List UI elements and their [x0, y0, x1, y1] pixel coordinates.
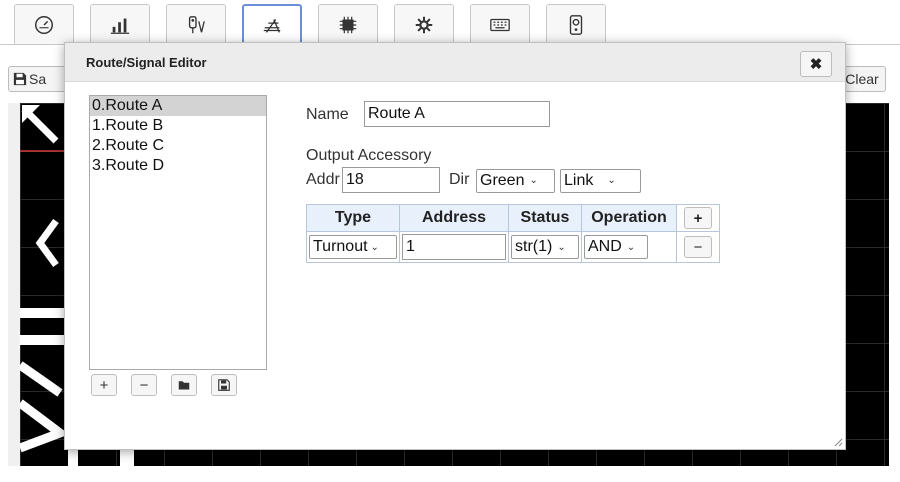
- name-label: Name: [306, 106, 349, 123]
- tab-settings[interactable]: [394, 4, 454, 44]
- tab-apps[interactable]: [318, 4, 378, 44]
- tab-gauge[interactable]: [14, 4, 74, 44]
- save-button-label: Sa: [29, 71, 47, 87]
- remove-icon: −: [693, 238, 703, 256]
- add-icon: +: [99, 376, 109, 394]
- link-select[interactable]: Link ⌄: [560, 169, 641, 193]
- folder-icon: [178, 381, 190, 390]
- remove-route-button[interactable]: −: [131, 374, 157, 396]
- tab-sound[interactable]: [546, 4, 606, 44]
- route-list[interactable]: 0.Route A 1.Route B 2.Route C 3.Route D: [89, 95, 267, 370]
- remove-row-cell: −: [676, 231, 720, 263]
- column-header-operation: Operation: [581, 204, 677, 232]
- gauge-icon: [35, 15, 53, 34]
- signal-icon: [188, 15, 205, 33]
- layout-margin: [8, 103, 20, 466]
- addr-input[interactable]: 18: [342, 167, 440, 193]
- tab-stats[interactable]: [90, 4, 150, 44]
- status-cell: str(1) ⌄: [508, 231, 582, 263]
- save-route-button[interactable]: [211, 374, 237, 396]
- status-select-value: str(1): [515, 238, 553, 255]
- output-accessory-label: Output Accessory: [306, 147, 432, 164]
- chevron-down-icon: ⌄: [529, 175, 538, 186]
- speaker-icon: [569, 14, 583, 35]
- status-select[interactable]: str(1) ⌄: [511, 235, 579, 259]
- track-icon: [263, 19, 281, 33]
- chevron-down-icon: ⌄: [626, 241, 636, 253]
- remove-icon: −: [139, 376, 149, 394]
- keyboard-icon: [490, 18, 510, 31]
- chevron-down-icon: ⌄: [607, 175, 616, 186]
- save-button[interactable]: Sa: [8, 66, 66, 92]
- app-chip-icon: [339, 16, 357, 33]
- table-row: Turnout ⌄ 1 str(1) ⌄ AND ⌄ −: [306, 231, 720, 263]
- route-name-input[interactable]: Route A: [364, 101, 550, 127]
- add-route-button[interactable]: +: [91, 374, 117, 396]
- close-button[interactable]: ✖: [800, 51, 832, 77]
- save-icon: [218, 379, 230, 391]
- dir-select[interactable]: Green ⌄: [476, 169, 555, 193]
- column-header-type: Type: [306, 204, 400, 232]
- dialog-header[interactable]: Route/Signal Editor ✖: [65, 43, 845, 82]
- gear-icon: [415, 16, 433, 33]
- type-cell: Turnout ⌄: [306, 231, 400, 263]
- add-row-cell: +: [676, 204, 720, 232]
- resize-grip-icon[interactable]: [833, 437, 843, 447]
- dialog-title: Route/Signal Editor: [86, 55, 207, 70]
- remove-row-button[interactable]: −: [684, 236, 712, 258]
- route-operations-table: Type Address Status Operation + Turnout …: [306, 204, 720, 263]
- table-header-row: Type Address Status Operation +: [306, 204, 720, 232]
- dir-select-value: Green: [480, 172, 525, 189]
- add-icon: +: [693, 209, 703, 227]
- tab-signals[interactable]: [166, 4, 226, 44]
- route-list-item[interactable]: 1.Route B: [90, 116, 266, 136]
- route-list-item[interactable]: 3.Route D: [90, 156, 266, 176]
- route-signal-editor-dialog: Route/Signal Editor ✖ 0.Route A 1.Route …: [64, 42, 846, 450]
- address-cell: 1: [399, 231, 509, 263]
- type-select-value: Turnout: [313, 238, 368, 255]
- link-select-value: Link: [564, 172, 594, 189]
- chevron-down-icon: ⌄: [557, 241, 566, 253]
- operation-select-value: AND: [588, 238, 622, 255]
- save-icon: [13, 72, 27, 86]
- chevron-down-icon: ⌄: [370, 241, 379, 253]
- addr-label: Addr: [306, 171, 340, 188]
- address-input[interactable]: 1: [402, 234, 506, 260]
- tab-keyboard[interactable]: [470, 4, 530, 44]
- tab-tracks[interactable]: [242, 4, 302, 44]
- add-row-button[interactable]: +: [684, 207, 712, 229]
- open-route-button[interactable]: [171, 374, 197, 396]
- bar-chart-icon: [110, 18, 130, 34]
- route-list-item[interactable]: 0.Route A: [90, 96, 266, 116]
- clear-button-label: Clear: [845, 71, 879, 87]
- column-header-address: Address: [399, 204, 509, 232]
- dir-label: Dir: [449, 171, 470, 188]
- operation-select[interactable]: AND ⌄: [584, 235, 648, 259]
- close-icon: ✖: [809, 56, 823, 73]
- operation-cell: AND ⌄: [581, 231, 677, 263]
- type-select[interactable]: Turnout ⌄: [309, 235, 397, 259]
- route-list-item[interactable]: 2.Route C: [90, 136, 266, 156]
- column-header-status: Status: [508, 204, 582, 232]
